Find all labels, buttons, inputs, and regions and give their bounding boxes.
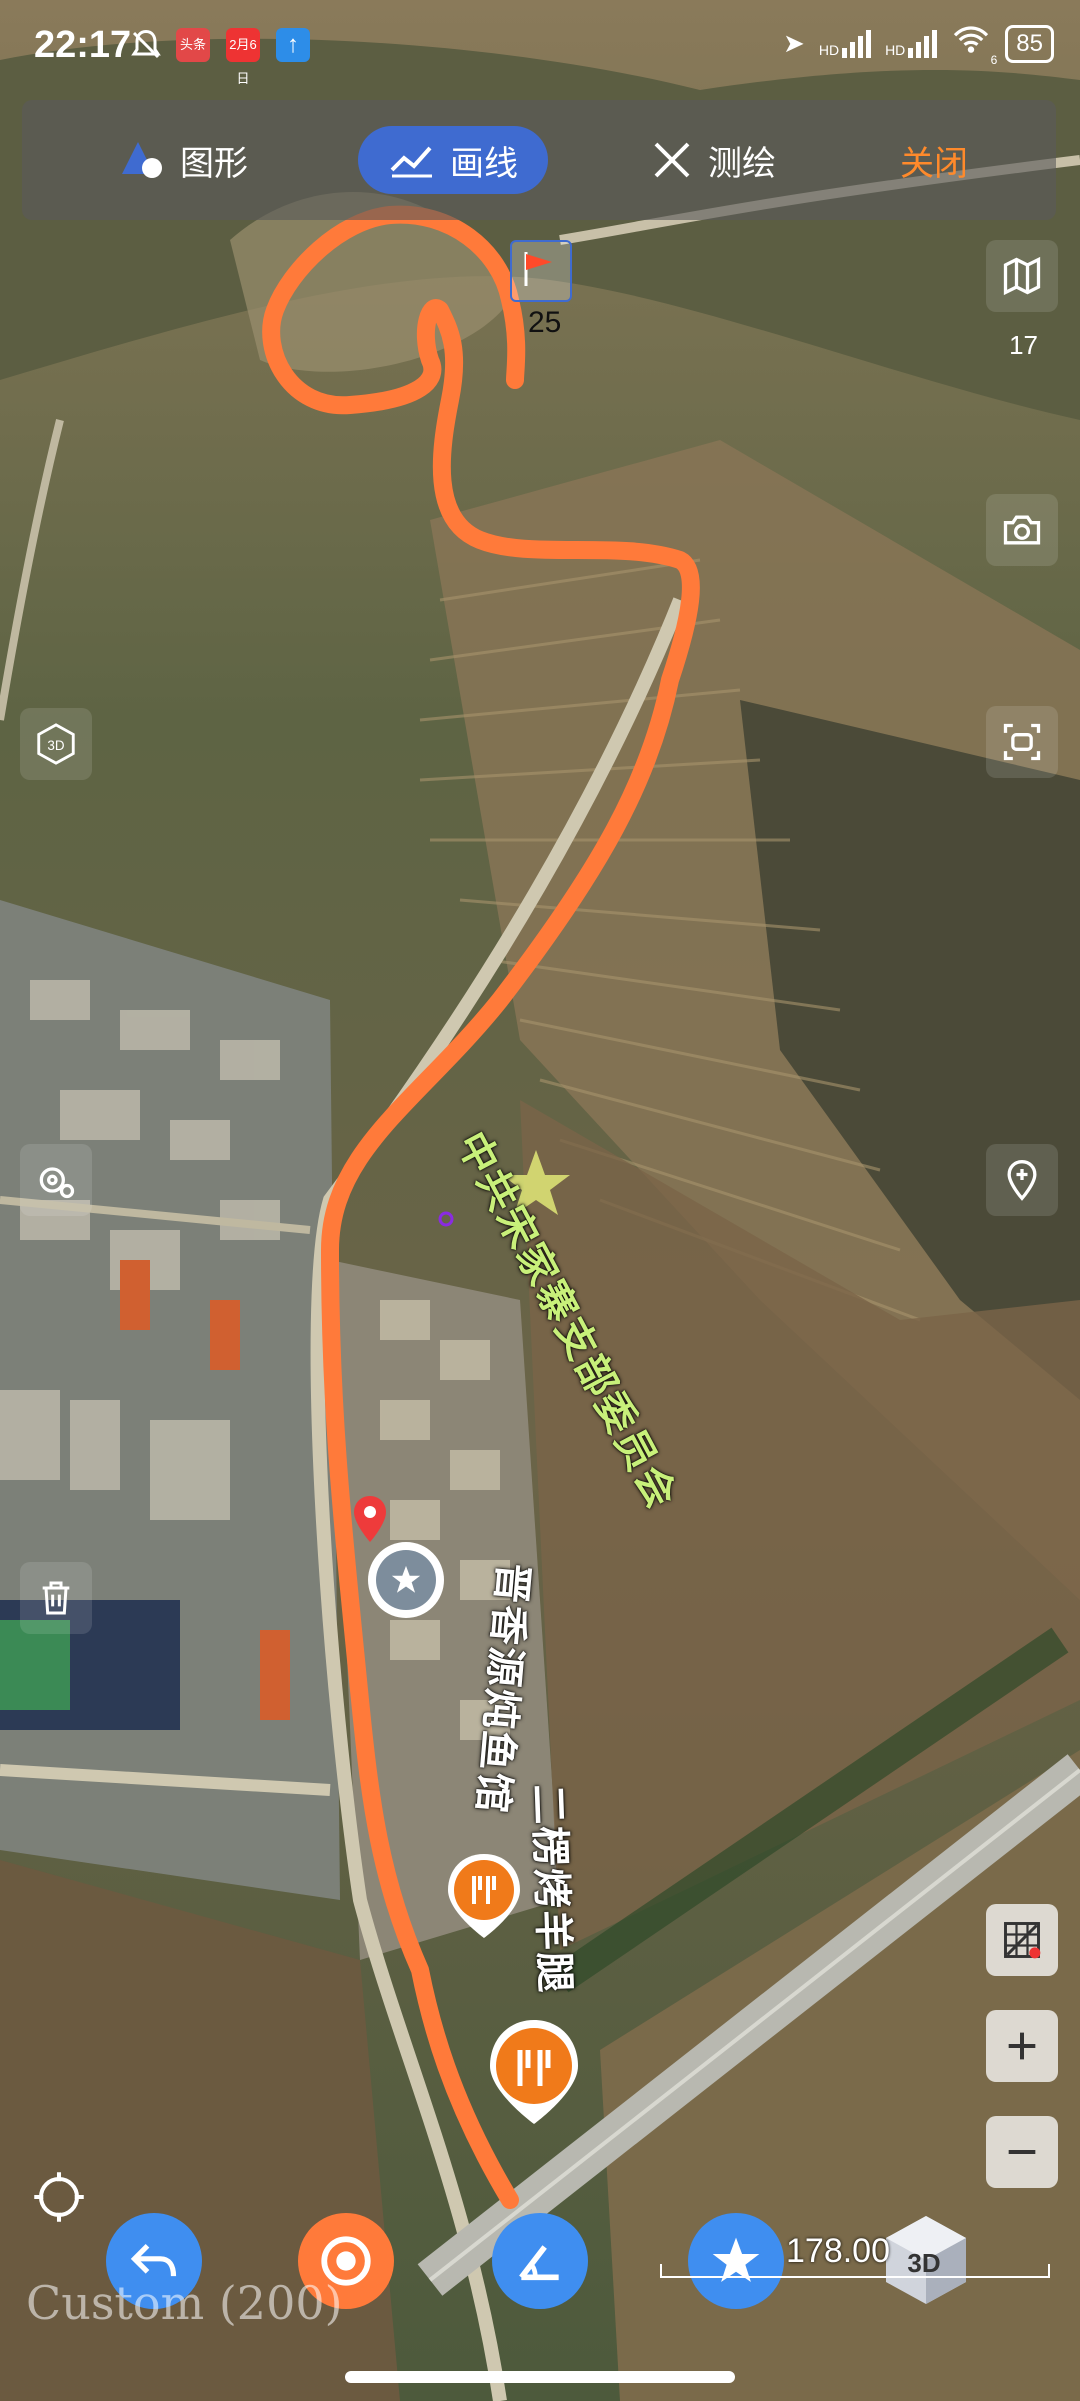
- restaurant-poi-icon[interactable]: [444, 1850, 524, 1942]
- svg-text:3D: 3D: [47, 738, 64, 753]
- mute-icon: [128, 26, 164, 69]
- marker-number: 25: [528, 306, 562, 339]
- map-icon: [1003, 256, 1041, 296]
- add-location-button[interactable]: [986, 1144, 1058, 1216]
- map-layers-button[interactable]: [986, 240, 1058, 312]
- view-3d-button[interactable]: 3D: [20, 708, 92, 780]
- shape-tool-button[interactable]: 图形: [118, 126, 248, 194]
- minus-icon: [1008, 2150, 1036, 2154]
- home-indicator[interactable]: [345, 2371, 735, 2383]
- gear-location-icon: [39, 1167, 75, 1199]
- camera-icon: [1003, 515, 1041, 545]
- location-add-icon: [1007, 1160, 1037, 1201]
- angle-icon: [519, 2245, 559, 2281]
- line-chart-icon: [390, 146, 432, 178]
- triangle-shape-icon: [122, 142, 162, 178]
- map-source-watermark: Custom (200): [26, 2276, 343, 2330]
- locate-me-button[interactable]: [26, 2164, 92, 2230]
- plus-icon: [1008, 2032, 1036, 2060]
- wifi-icon: 6: [951, 24, 997, 67]
- status-time: 22:17: [34, 24, 132, 66]
- star-poi-icon[interactable]: [368, 1542, 444, 1618]
- signal-icon: HD: [819, 29, 872, 58]
- crosshair-icon: [34, 2172, 84, 2222]
- grid-eraser-icon: [1004, 1922, 1041, 1959]
- status-right: ➤ HD HD 6 85: [783, 24, 1054, 67]
- app-notification-icon: 2月6日: [226, 28, 260, 86]
- zoom-in-button[interactable]: [986, 2010, 1058, 2082]
- scan-button[interactable]: [986, 706, 1058, 778]
- ruler-pencil-icon: [654, 142, 690, 178]
- zoom-level: 17: [1009, 330, 1038, 360]
- trash-icon: [42, 1581, 70, 1615]
- map-settings-button[interactable]: [20, 1144, 92, 1216]
- zoom-out-button[interactable]: [986, 2116, 1058, 2188]
- app-notification-icon: 头条: [176, 28, 210, 62]
- upload-icon: ↑: [276, 28, 310, 62]
- scale-line: [660, 2276, 1050, 2278]
- battery-indicator: 85: [1005, 24, 1054, 63]
- signal-icon: HD: [885, 29, 938, 58]
- cube-3d-icon: 3D: [37, 723, 75, 765]
- delete-button[interactable]: [20, 1562, 92, 1634]
- draw-line-tool-button[interactable]: 画线: [358, 126, 548, 194]
- measure-angle-button[interactable]: [492, 2213, 588, 2309]
- poi-label-lamb-restaurant: 二楞烤羊腿: [525, 1783, 577, 1995]
- clear-drawing-button[interactable]: [986, 1904, 1058, 1976]
- drawing-toolbar: 图形 画线 测绘 关闭: [22, 100, 1056, 220]
- status-bar: 22:17 头条 2月6日 ↑ ➤ HD HD 6 85: [0, 0, 1080, 90]
- scan-camera-icon: [1003, 723, 1041, 761]
- red-pin-icon[interactable]: [352, 1494, 388, 1544]
- measure-tool-button[interactable]: 测绘: [650, 126, 776, 194]
- flag-marker[interactable]: [510, 240, 572, 302]
- screenshot-button[interactable]: [986, 494, 1058, 566]
- restaurant-poi-icon[interactable]: [484, 2016, 584, 2128]
- scale-bar: 178.00: [660, 2218, 1050, 2288]
- close-toolbar-button[interactable]: 关闭: [900, 126, 968, 194]
- location-arrow-icon: ➤: [783, 28, 805, 58]
